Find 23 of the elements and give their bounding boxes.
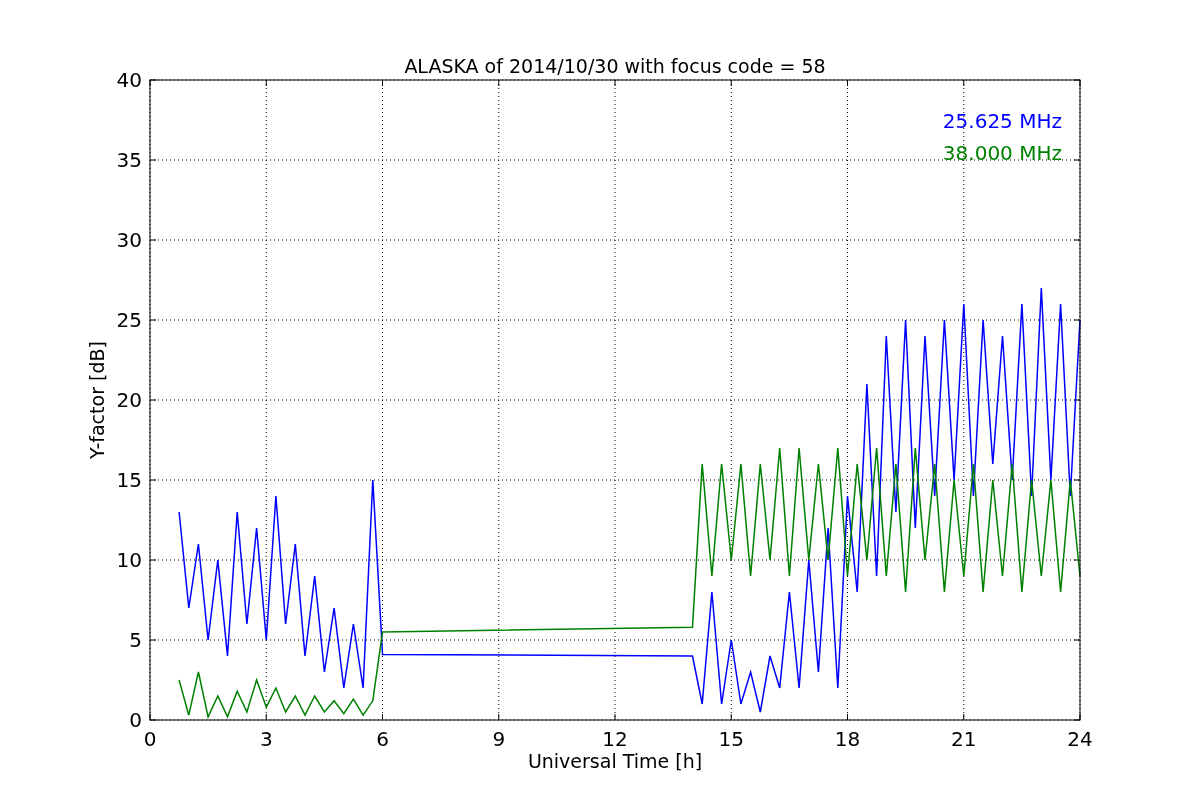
x-tick-label: 9 [492,727,506,751]
y-tick-label: 30 [116,228,142,252]
x-axis-label: Universal Time [h] [527,750,703,772]
y-tick-label: 5 [129,628,142,652]
y-tick-label: 20 [116,388,142,412]
y-tick-label: 10 [116,548,142,572]
x-tick-label: 15 [718,727,744,751]
y-tick-label: 15 [116,468,142,492]
x-tick-label: 3 [259,727,273,751]
y-axis-label: Y-factor [dB] [86,341,108,459]
legend-label: 25.625 MHz [942,109,1062,133]
y-tick-label: 25 [116,308,142,332]
x-tick-label: 18 [834,727,861,751]
y-tick-label: 0 [129,708,142,732]
y-tick-label: 35 [116,148,142,172]
x-tick-label: 12 [602,727,628,751]
x-tick-label: 0 [143,727,157,751]
legend-label: 38.000 MHz [942,141,1062,165]
x-tick-label: 6 [376,727,389,751]
y-tick-label: 40 [116,68,142,92]
x-tick-label: 24 [1067,727,1093,751]
chart-title: ALASKA of 2014/10/30 with focus code = 58 [404,55,826,77]
x-tick-label: 21 [951,727,977,751]
